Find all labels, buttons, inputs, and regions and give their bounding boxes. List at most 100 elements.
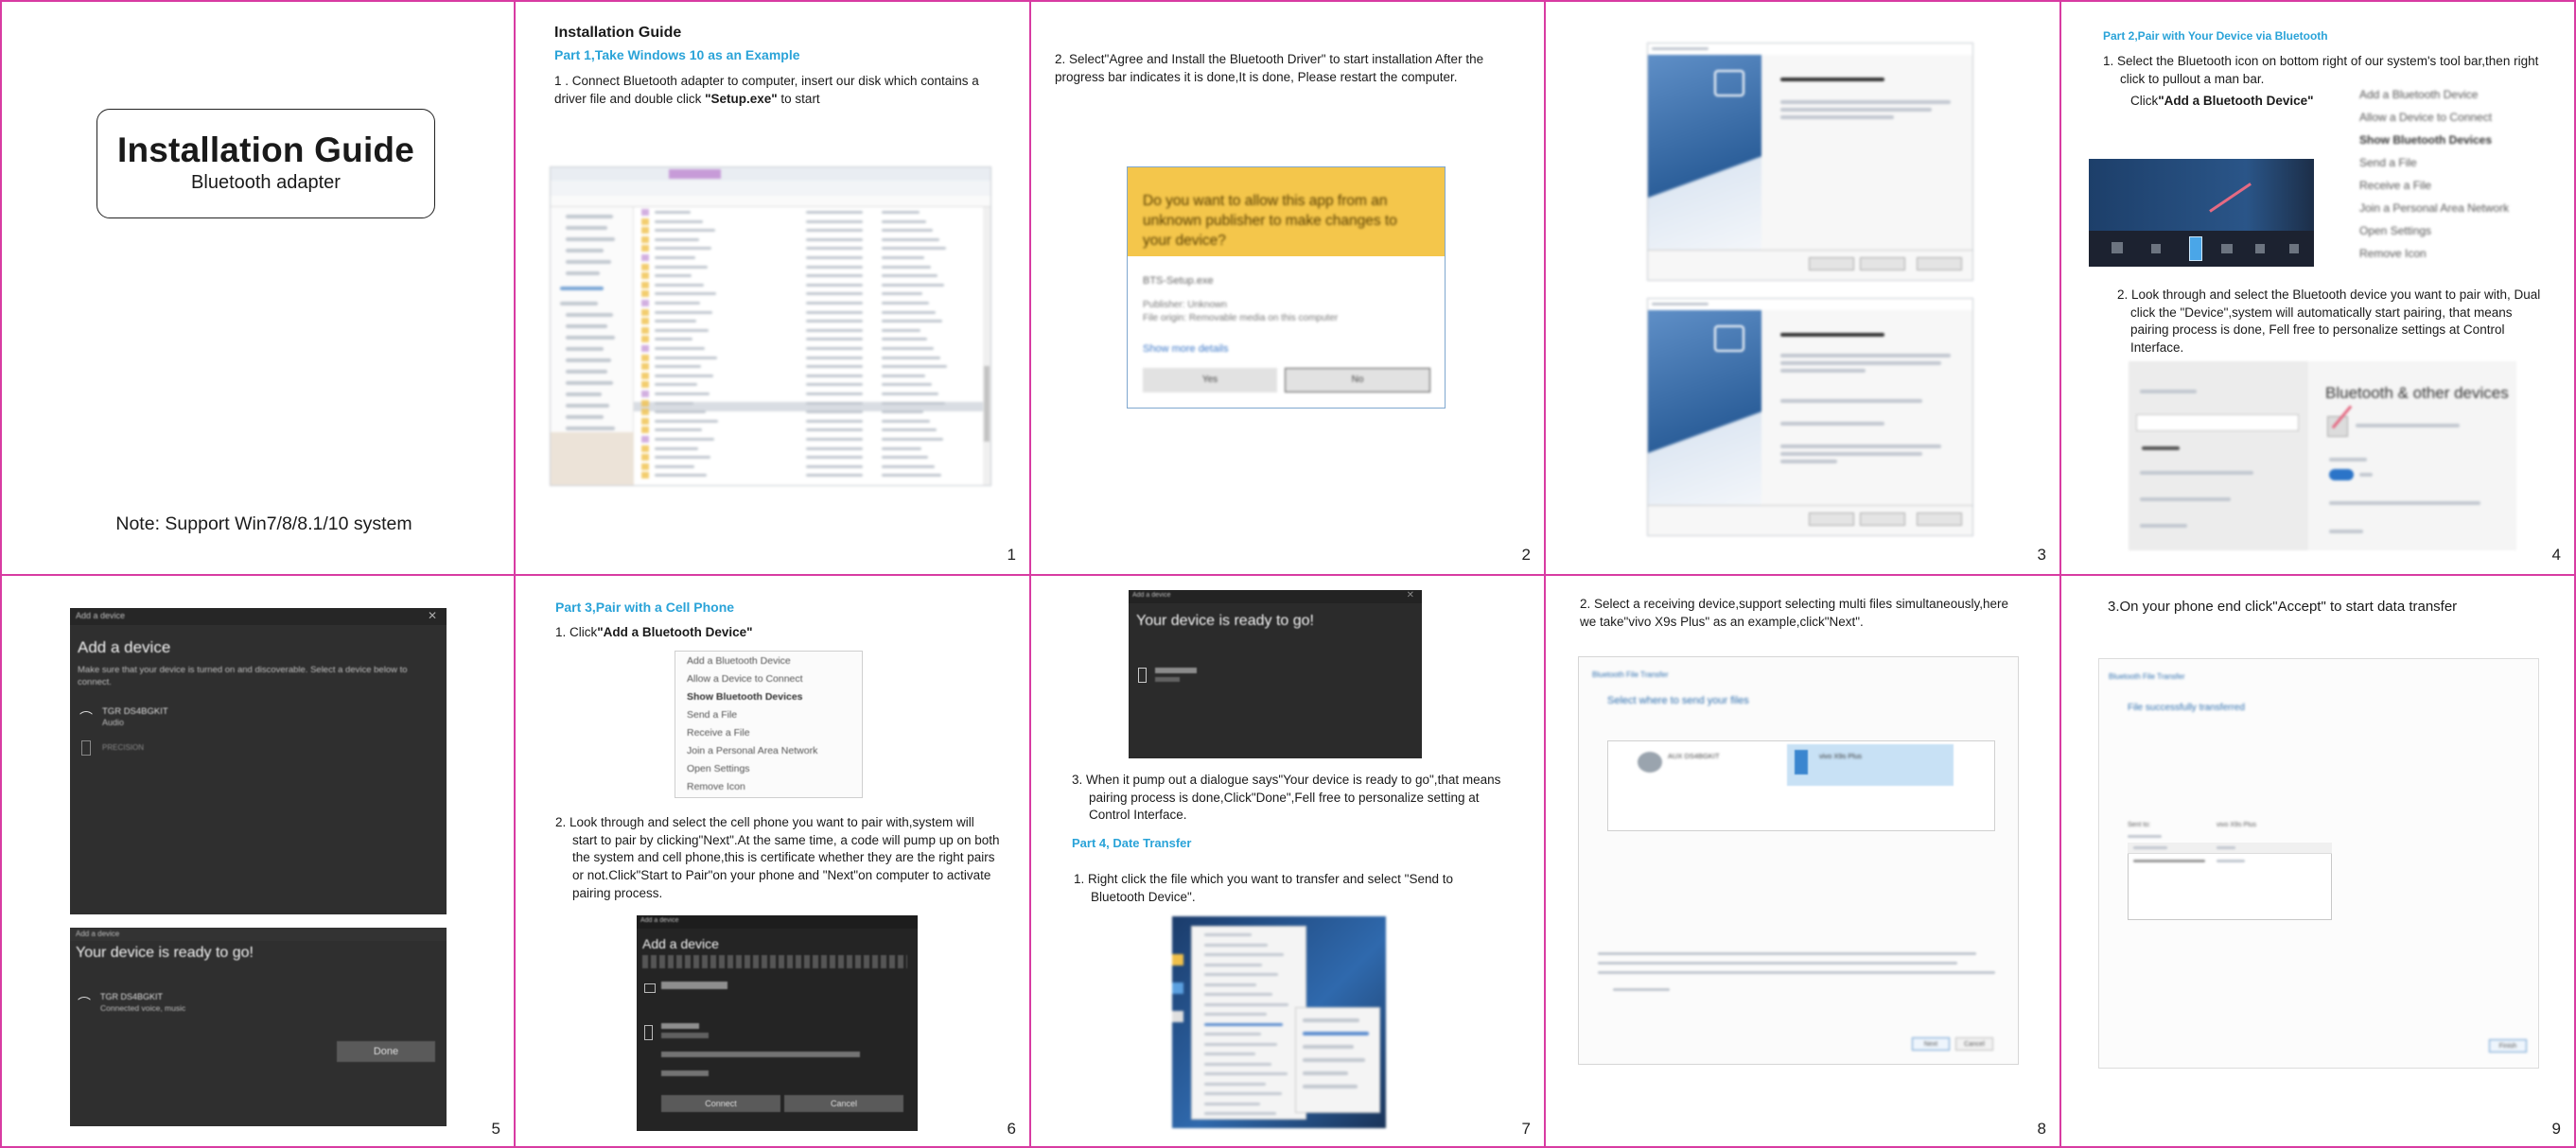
uac-no-button[interactable]: No <box>1285 368 1430 392</box>
menu-item[interactable]: Show Bluetooth Devices <box>2350 129 2544 151</box>
selected-device[interactable] <box>1787 744 1954 786</box>
page-1: Installation Guide Part 1,Take Windows 1… <box>516 0 1029 574</box>
headset-icon: ⌒ <box>78 996 91 1011</box>
page-5: Add a device ✕ Add a device Make sure th… <box>0 576 514 1148</box>
part-heading: Part 4, Date Transfer <box>1072 836 1192 850</box>
step-text: 2. Select"Agree and Install the Bluetoot… <box>1055 52 1484 84</box>
taskbar-screenshot <box>2089 159 2314 267</box>
window-heading: Select where to send your files <box>1607 695 1749 706</box>
dialog-text: Make sure that your device is turned on … <box>78 665 408 687</box>
explorer-screenshot <box>550 166 991 486</box>
menu-item[interactable]: Show Bluetooth Devices <box>675 687 862 705</box>
next-button[interactable]: Next <box>1912 1037 1950 1051</box>
page-number: 8 <box>2037 1120 2046 1138</box>
menu-item[interactable]: Open Settings <box>675 759 862 777</box>
uac-dialog: Do you want to allow this app from an un… <box>1127 166 1446 409</box>
step-text: 1. Right click the file which you want t… <box>1074 872 1453 904</box>
installer-welcome-screenshot <box>1647 43 1973 281</box>
cancel-button[interactable]: Cancel <box>784 1095 903 1112</box>
menu-item[interactable]: Send a File <box>2350 151 2544 174</box>
cover-title: Installation Guide <box>116 130 415 169</box>
headset-icon: ⌒ <box>79 710 93 725</box>
device-status: Connected voice, music <box>100 1003 186 1013</box>
step-text: 2. Select a receiving device,support sel… <box>1580 597 2008 629</box>
page-title: Installation Guide <box>554 25 682 41</box>
window-title: Bluetooth File Transfer <box>1592 670 1669 679</box>
add-device-dialog: Add a device ✕ Add a device Make sure th… <box>70 608 447 914</box>
menu-item[interactable]: Add a Bluetooth Device <box>2350 83 2544 106</box>
step-text: 1 . Connect Bluetooth adapter to compute… <box>554 74 979 106</box>
close-icon[interactable]: ✕ <box>428 609 437 622</box>
bluetooth-context-menu: Add a Bluetooth Device Allow a Device to … <box>675 651 863 798</box>
installer-complete-screenshot <box>1647 298 1973 536</box>
file-transfer-window: Bluetooth File Transfer Select where to … <box>1578 656 2019 1065</box>
done-button[interactable]: Done <box>337 1041 435 1062</box>
menu-item[interactable]: Join a Personal Area Network <box>675 741 862 759</box>
page-number: 6 <box>1007 1120 1016 1138</box>
menu-item[interactable]: Send a File <box>675 705 862 723</box>
device-icon <box>644 983 656 993</box>
uac-origin: File origin: Removable media on this com… <box>1143 313 1339 323</box>
menu-item[interactable]: Remove Icon <box>675 777 862 795</box>
page-number: 1 <box>1007 546 1016 564</box>
send-to-screenshot <box>1172 916 1386 1128</box>
sent-label: Sent to: <box>2128 822 2151 828</box>
uac-more-link[interactable]: Show more details <box>1143 343 1229 355</box>
phone-icon <box>1138 668 1147 683</box>
window-title: Bluetooth File Transfer <box>2109 672 2185 681</box>
page-3: 3 <box>1546 0 2059 574</box>
cover-note: Note: Support Win7/8/8.1/10 system <box>115 513 412 534</box>
uac-yes-button[interactable]: Yes <box>1143 368 1277 392</box>
connect-button[interactable]: Connect <box>661 1095 780 1112</box>
cover-title-box: Installation Guide Bluetooth adapter <box>96 109 435 218</box>
file-transfer-window: Bluetooth File Transfer File successfull… <box>2098 658 2539 1069</box>
step-text: 2. Look through and select the Bluetooth… <box>2117 287 2541 355</box>
dialog-title: Add a device <box>78 638 171 656</box>
phone-icon <box>1795 750 1808 774</box>
menu-item[interactable]: Join a Personal Area Network <box>2350 197 2544 219</box>
page-number: 5 <box>491 1120 500 1138</box>
page-number: 3 <box>2037 546 2046 564</box>
step-text: 2. Look through and select the cell phon… <box>555 815 1000 900</box>
part-heading: Part 1,Take Windows 10 as an Example <box>554 47 800 62</box>
page-number: 4 <box>2551 546 2561 564</box>
dialog-title: Add a device <box>642 936 719 951</box>
device-name[interactable]: AUX DS4BGKIT <box>1668 752 1720 760</box>
menu-item[interactable]: Receive a File <box>675 723 862 741</box>
device-name[interactable]: vivo X9s Plus <box>1819 752 1862 760</box>
sent-value: vivo X9s Plus <box>2217 822 2257 828</box>
bluetooth-context-menu: Add a Bluetooth Device Allow a Device to … <box>2350 83 2544 261</box>
menu-item[interactable]: Open Settings <box>2350 219 2544 242</box>
window-heading: File successfully transferred <box>2128 703 2245 713</box>
menu-item[interactable]: Remove Icon <box>2350 242 2544 265</box>
device-name[interactable]: TGR DS4BGKIT <box>102 706 168 717</box>
phone-icon <box>644 1025 653 1040</box>
step-text: 3. When it pump out a dialogue says"Your… <box>1072 773 1501 823</box>
device-name: TGR DS4BGKIT <box>100 992 164 1001</box>
device-type: Audio <box>102 718 125 727</box>
part-heading: Part 2,Pair with Your Device via Bluetoo… <box>2103 29 2328 43</box>
menu-item[interactable]: Allow a Device to Connect <box>675 670 862 687</box>
dialog-title: Your device is ready to go! <box>1136 613 1314 629</box>
menu-item[interactable]: Allow a Device to Connect <box>2350 106 2544 129</box>
step-text: 3.On your phone end click"Accept" to sta… <box>2108 599 2458 615</box>
menu-item[interactable]: Add a Bluetooth Device <box>675 652 862 670</box>
menu-item[interactable]: Receive a File <box>2350 174 2544 197</box>
page-2: 2. Select"Agree and Install the Bluetoot… <box>1031 0 1544 574</box>
device-name[interactable]: PRECISION <box>102 743 144 752</box>
part-heading: Part 3,Pair with a Cell Phone <box>555 600 735 615</box>
step-text: 1. Click"Add a Bluetooth Device" <box>555 625 753 639</box>
uac-publisher: Publisher: Unknown <box>1143 300 1227 310</box>
device-ready-dialog: Add a device ✕ Your device is ready to g… <box>1129 590 1422 758</box>
cancel-button[interactable]: Cancel <box>1955 1037 1993 1051</box>
device-ready-dialog: Add a device Your device is ready to go!… <box>70 928 447 1126</box>
headset-icon <box>1638 752 1662 773</box>
uac-file: BTS-Setup.exe <box>1143 275 1214 287</box>
finish-button[interactable]: Finish <box>2489 1039 2527 1052</box>
settings-heading: Bluetooth & other devices <box>2325 384 2509 402</box>
settings-screenshot: Bluetooth & other devices <box>2129 361 2516 550</box>
phone-icon <box>81 740 91 756</box>
close-icon[interactable]: ✕ <box>1407 590 1414 600</box>
page-8: 2. Select a receiving device,support sel… <box>1546 576 2059 1148</box>
page-number: 2 <box>1521 546 1531 564</box>
